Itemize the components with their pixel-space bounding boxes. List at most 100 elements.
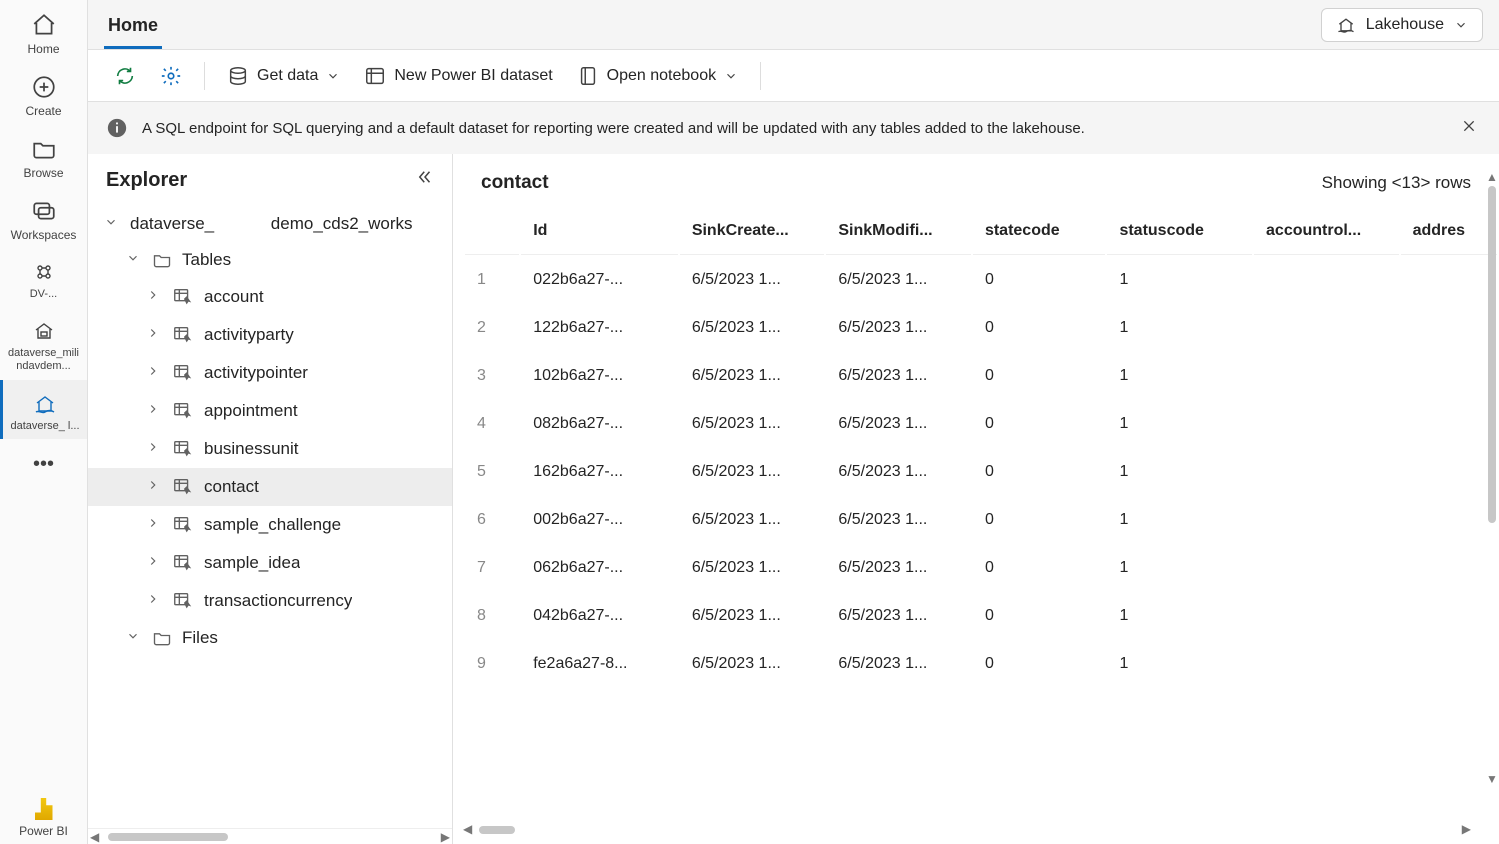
- cell: 6/5/2023 1...: [826, 353, 971, 399]
- table-row[interactable]: 7062b6a27-...6/5/2023 1...6/5/2023 1...0…: [465, 545, 1497, 591]
- tree-table-transactioncurrency[interactable]: transactioncurrency: [88, 582, 452, 620]
- col-header[interactable]: SinkModifi...: [826, 208, 971, 255]
- row-number: 7: [465, 545, 519, 591]
- nav-browse[interactable]: Browse: [0, 124, 87, 186]
- row-number: 6: [465, 497, 519, 543]
- nav-recent-1[interactable]: DV-...: [0, 248, 87, 307]
- explorer-title: Explorer: [106, 169, 187, 192]
- table-icon: [172, 476, 194, 498]
- nav-more[interactable]: •••: [33, 439, 54, 490]
- cell: 1: [1107, 353, 1252, 399]
- grid-hscroll[interactable]: ◀ ▶: [465, 824, 1469, 836]
- tree-table-sample_idea[interactable]: sample_idea: [88, 544, 452, 582]
- nav-home[interactable]: Home: [0, 0, 87, 62]
- tree-table-label: contact: [204, 477, 259, 497]
- cell: 6/5/2023 1...: [680, 305, 825, 351]
- tree-table-account[interactable]: account: [88, 278, 452, 316]
- col-header[interactable]: statecode: [973, 208, 1106, 255]
- nav-create[interactable]: Create: [0, 62, 87, 124]
- get-data-button[interactable]: Get data: [217, 59, 350, 93]
- powerbi-icon: [35, 798, 53, 820]
- col-header[interactable]: SinkCreate...: [680, 208, 825, 255]
- chevron-right-icon: [144, 401, 162, 421]
- tree-files[interactable]: Files: [88, 620, 452, 656]
- chevron-right-icon: [144, 325, 162, 345]
- cell: [1401, 593, 1497, 639]
- grid-hscroll-thumb[interactable]: [479, 826, 515, 834]
- tree-table-activityparty[interactable]: activityparty: [88, 316, 452, 354]
- table-row[interactable]: 3102b6a27-...6/5/2023 1...6/5/2023 1...0…: [465, 353, 1497, 399]
- table-row[interactable]: 4082b6a27-...6/5/2023 1...6/5/2023 1...0…: [465, 401, 1497, 447]
- nav-recent-2[interactable]: dataverse_milindavdem...: [0, 307, 87, 379]
- toolbar: Get data New Power BI dataset Open noteb…: [88, 50, 1499, 102]
- table-row[interactable]: 5162b6a27-...6/5/2023 1...6/5/2023 1...0…: [465, 449, 1497, 495]
- table-row[interactable]: 9fe2a6a27-8...6/5/2023 1...6/5/2023 1...…: [465, 641, 1497, 687]
- cell: 022b6a27-...: [521, 257, 678, 303]
- cell: 6/5/2023 1...: [826, 401, 971, 447]
- col-header[interactable]: statuscode: [1107, 208, 1252, 255]
- cell: [1254, 497, 1399, 543]
- row-number: 4: [465, 401, 519, 447]
- table-icon: [172, 362, 194, 384]
- tree-tables[interactable]: Tables: [88, 242, 452, 278]
- cell: [1401, 545, 1497, 591]
- grid-vscroll-thumb[interactable]: [1488, 186, 1496, 523]
- scroll-left-icon: ◀: [90, 830, 99, 844]
- refresh-button[interactable]: [104, 59, 146, 93]
- cell: 6/5/2023 1...: [826, 449, 971, 495]
- table-row[interactable]: 8042b6a27-...6/5/2023 1...6/5/2023 1...0…: [465, 593, 1497, 639]
- nav-workspaces-label: Workspaces: [11, 228, 77, 242]
- tree-root[interactable]: dataverse_ demo_cds2_works: [88, 206, 452, 242]
- tree-table-contact[interactable]: contact: [88, 468, 452, 506]
- cell: 1: [1107, 305, 1252, 351]
- table-icon: [172, 590, 194, 612]
- refresh-icon: [114, 65, 136, 87]
- tree-table-businessunit[interactable]: businessunit: [88, 430, 452, 468]
- open-notebook-button[interactable]: Open notebook: [567, 59, 748, 93]
- table-row[interactable]: 1022b6a27-...6/5/2023 1...6/5/2023 1...0…: [465, 257, 1497, 303]
- cell: 042b6a27-...: [521, 593, 678, 639]
- nav-recent-2-label: dataverse_milindavdem...: [8, 347, 79, 372]
- cell: 6/5/2023 1...: [826, 305, 971, 351]
- tree-root-label: dataverse_ demo_cds2_works: [130, 214, 413, 234]
- col-header[interactable]: addres: [1401, 208, 1497, 255]
- explorer-collapse[interactable]: [416, 168, 434, 192]
- chevron-down-icon: [124, 628, 142, 648]
- table-row[interactable]: 2122b6a27-...6/5/2023 1...6/5/2023 1...0…: [465, 305, 1497, 351]
- col-header[interactable]: accountrol...: [1254, 208, 1399, 255]
- col-header[interactable]: Id: [521, 208, 678, 255]
- lakehouse-switcher[interactable]: Lakehouse: [1321, 8, 1483, 42]
- cell: 1: [1107, 641, 1252, 687]
- row-number: 2: [465, 305, 519, 351]
- explorer-hscroll[interactable]: ◀ ▶: [88, 828, 452, 844]
- nav-workspaces[interactable]: Workspaces: [0, 186, 87, 248]
- table-icon: [172, 400, 194, 422]
- tree-table-sample_challenge[interactable]: sample_challenge: [88, 506, 452, 544]
- cell: [1401, 449, 1497, 495]
- new-dataset-button[interactable]: New Power BI dataset: [354, 59, 562, 93]
- close-icon: [1461, 118, 1477, 134]
- content-row: Explorer dataverse_ demo_cds2_works: [88, 154, 1499, 844]
- cell: 1: [1107, 545, 1252, 591]
- explorer-hscroll-thumb[interactable]: [108, 833, 228, 841]
- tree-table-activitypointer[interactable]: activitypointer: [88, 354, 452, 392]
- cell: fe2a6a27-8...: [521, 641, 678, 687]
- cell: 0: [973, 401, 1106, 447]
- nav-powerbi[interactable]: Power BI: [0, 786, 87, 844]
- shortcut-icon: [32, 260, 56, 284]
- toolbar-divider: [760, 62, 761, 90]
- cell: 1: [1107, 449, 1252, 495]
- cell: [1254, 449, 1399, 495]
- gear-icon: [160, 65, 182, 87]
- lakehouse-icon: [1336, 15, 1356, 35]
- chevron-double-left-icon: [416, 168, 434, 186]
- grid-vscroll[interactable]: ▲ ▼: [1487, 172, 1497, 784]
- table-row[interactable]: 6002b6a27-...6/5/2023 1...6/5/2023 1...0…: [465, 497, 1497, 543]
- nav-recent-3[interactable]: dataverse_ l...: [0, 380, 87, 439]
- cell: 6/5/2023 1...: [680, 593, 825, 639]
- main-area: Home Lakehouse Get data New Power BI dat…: [88, 0, 1499, 844]
- tab-home[interactable]: Home: [104, 7, 162, 49]
- info-bar-close[interactable]: [1457, 114, 1481, 142]
- settings-button[interactable]: [150, 59, 192, 93]
- tree-table-appointment[interactable]: appointment: [88, 392, 452, 430]
